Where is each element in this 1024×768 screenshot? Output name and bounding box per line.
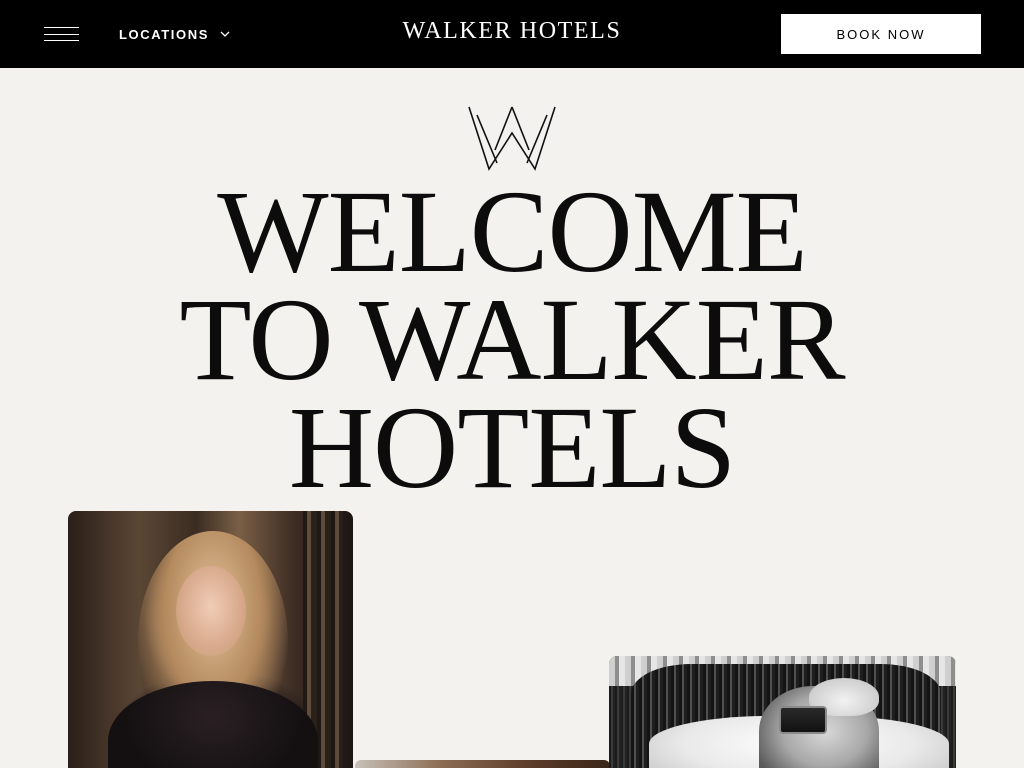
camera-in-photo <box>779 706 827 734</box>
menu-line <box>44 34 79 35</box>
locations-label: LOCATIONS <box>119 26 209 42</box>
man-camera-photo <box>609 656 956 768</box>
crown-w-logo-icon <box>468 106 556 171</box>
woman-portrait-photo <box>68 511 353 768</box>
menu-line <box>44 27 79 28</box>
top-navigation-bar: LOCATIONS WALKER HOTELS BOOK NOW <box>0 0 1024 68</box>
photo-detail <box>176 566 246 656</box>
locations-dropdown[interactable]: LOCATIONS <box>119 24 231 44</box>
hamburger-menu-icon[interactable] <box>44 25 79 43</box>
hero-line-2: TO WALKER <box>179 274 845 405</box>
hero-line-1: WELCOME <box>217 166 807 297</box>
menu-line <box>44 40 79 41</box>
brand-logo-text[interactable]: WALKER HOTELS <box>362 18 662 45</box>
hero-line-3: HOTELS <box>288 382 736 513</box>
book-now-button[interactable]: BOOK NOW <box>781 14 981 54</box>
hero-heading: WELCOME TO WALKER HOTELS <box>0 166 1024 513</box>
chevron-down-icon <box>220 31 230 37</box>
photo-detail <box>108 681 318 768</box>
interior-photo <box>355 760 610 768</box>
